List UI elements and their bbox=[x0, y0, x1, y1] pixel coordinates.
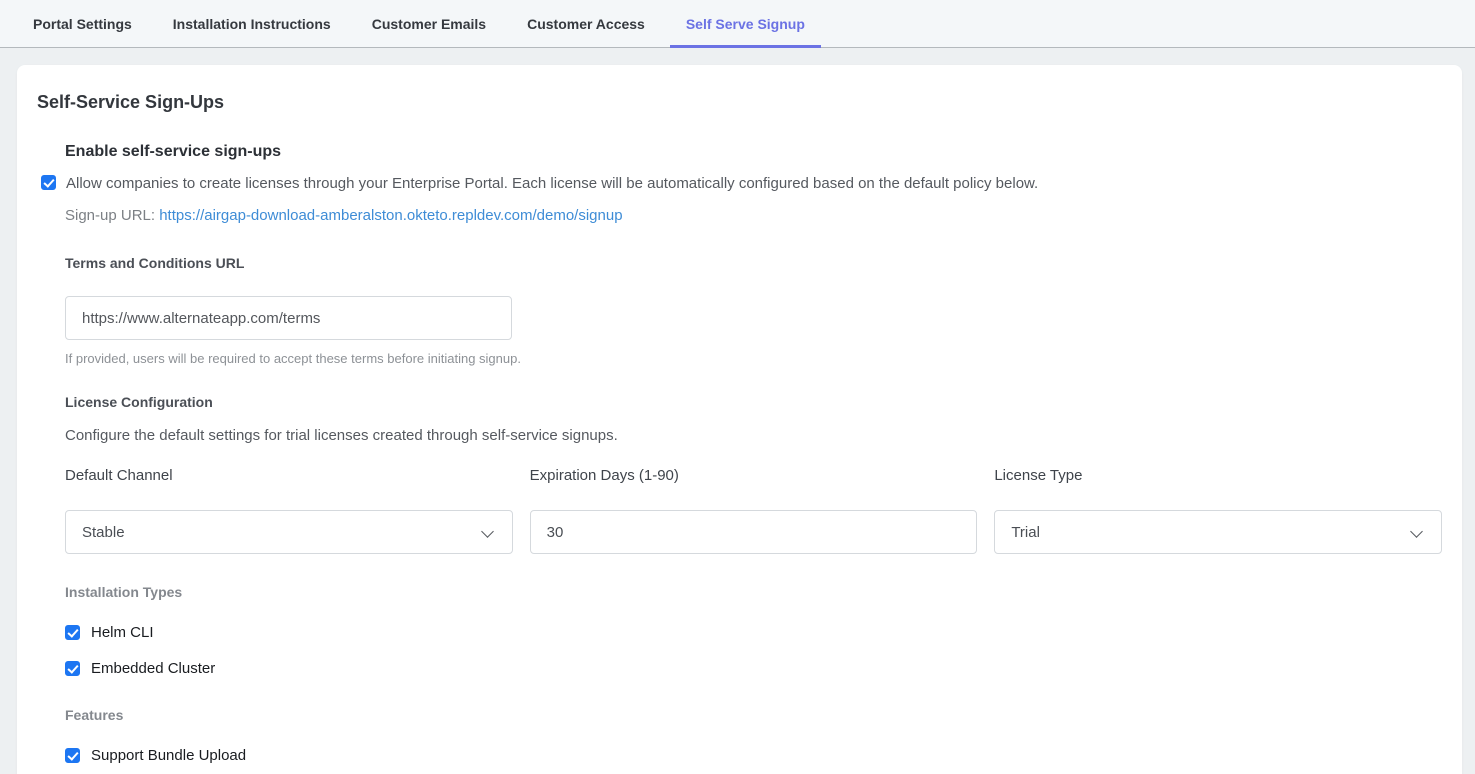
license-configuration-description: Configure the default settings for trial… bbox=[65, 427, 1442, 444]
checkbox-row-embedded-cluster[interactable]: Embedded Cluster bbox=[65, 660, 215, 677]
expiration-days-input[interactable]: 30 bbox=[530, 510, 978, 554]
default-channel-value: Stable bbox=[82, 524, 125, 541]
checkbox-row-helm-cli[interactable]: Helm CLI bbox=[65, 624, 154, 641]
license-type-label: License Type bbox=[994, 467, 1442, 484]
enable-signups-heading: Enable self-service sign-ups bbox=[65, 143, 1442, 161]
features-heading: Features bbox=[65, 707, 1442, 723]
enable-signups-description: Allow companies to create licenses throu… bbox=[66, 174, 1038, 194]
signup-url-label: Sign-up URL: bbox=[65, 207, 155, 224]
terms-url-input[interactable] bbox=[65, 296, 512, 340]
signup-url-link[interactable]: https://airgap-download-amberalston.okte… bbox=[159, 207, 622, 224]
page-title: Self-Service Sign-Ups bbox=[37, 92, 1442, 113]
helm-cli-checkbox[interactable] bbox=[65, 625, 80, 640]
embedded-cluster-checkbox[interactable] bbox=[65, 661, 80, 676]
support-bundle-upload-label: Support Bundle Upload bbox=[91, 747, 246, 764]
default-channel-select[interactable]: Stable bbox=[65, 510, 513, 554]
tab-installation-instructions[interactable]: Installation Instructions bbox=[157, 0, 347, 47]
enable-signups-row: Allow companies to create licenses throu… bbox=[41, 174, 1442, 194]
helm-cli-label: Helm CLI bbox=[91, 624, 154, 641]
embedded-cluster-label: Embedded Cluster bbox=[91, 660, 215, 677]
support-bundle-upload-checkbox[interactable] bbox=[65, 748, 80, 763]
enable-signups-checkbox[interactable] bbox=[41, 175, 56, 190]
license-config-grid: Default Channel Stable Expiration Days (… bbox=[65, 467, 1442, 554]
expiration-days-label: Expiration Days (1-90) bbox=[530, 467, 978, 484]
self-service-signups-card: Self-Service Sign-Ups Enable self-servic… bbox=[17, 65, 1462, 774]
settings-tab-bar: Portal Settings Installation Instruction… bbox=[0, 0, 1475, 48]
expiration-days-value: 30 bbox=[547, 524, 564, 541]
checkbox-row-support-bundle-upload[interactable]: Support Bundle Upload bbox=[65, 747, 246, 764]
license-type-select[interactable]: Trial bbox=[994, 510, 1442, 554]
tab-self-serve-signup[interactable]: Self Serve Signup bbox=[670, 0, 821, 47]
terms-url-helper-text: If provided, users will be required to a… bbox=[65, 351, 1442, 366]
license-configuration-heading: License Configuration bbox=[65, 394, 1442, 410]
license-type-value: Trial bbox=[1011, 524, 1040, 541]
installation-types-heading: Installation Types bbox=[65, 584, 1442, 600]
signup-url-row: Sign-up URL: https://airgap-download-amb… bbox=[65, 207, 1442, 224]
terms-url-label: Terms and Conditions URL bbox=[65, 255, 1442, 271]
tab-customer-access[interactable]: Customer Access bbox=[511, 0, 661, 47]
tab-customer-emails[interactable]: Customer Emails bbox=[356, 0, 502, 47]
tab-portal-settings[interactable]: Portal Settings bbox=[17, 0, 148, 47]
default-channel-label: Default Channel bbox=[65, 467, 513, 484]
